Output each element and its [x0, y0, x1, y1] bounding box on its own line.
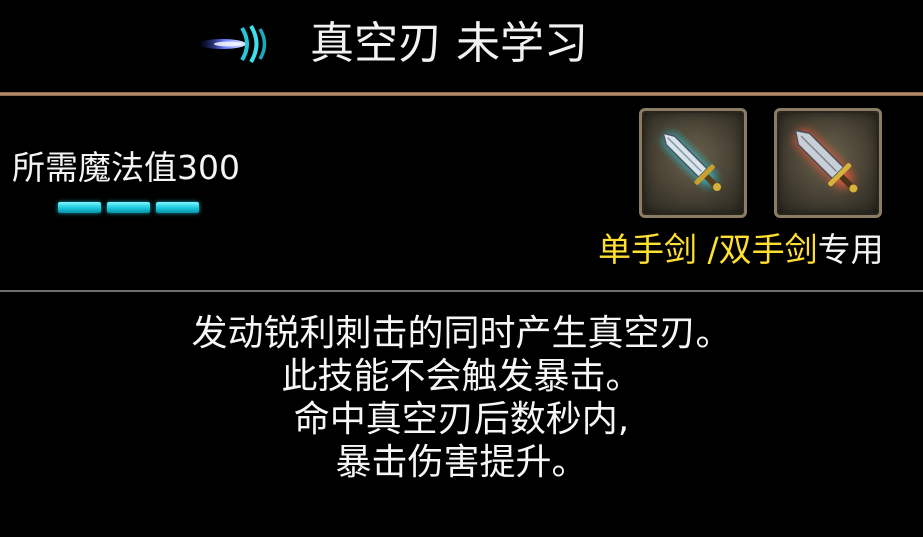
weapon-slot-two-handed[interactable] — [774, 108, 882, 218]
weapon-slot-one-handed[interactable] — [639, 108, 747, 218]
mana-bar-icon — [58, 202, 101, 213]
skill-description: 发动锐利刺击的同时产生真空刃。 此技能不会触发暴击。 命中真空刃后数秒内, 暴击… — [0, 312, 923, 484]
mana-requirement: 所需魔法值300 — [12, 148, 240, 187]
description-line: 暴击伤害提升。 — [335, 442, 588, 483]
description-line: 此技能不会触发暴击。 — [281, 356, 642, 397]
mana-bar-icon — [156, 202, 199, 213]
weapon-exclusive-suffix: 专用 — [817, 230, 884, 269]
skill-header: 真空刃 未学习 — [0, 0, 923, 92]
weapon-requirement: 单手剑 /双手剑专用 — [598, 228, 884, 272]
wind-blade-icon — [198, 22, 272, 66]
weapon-types: 单手剑 /双手剑 — [598, 230, 818, 269]
skill-title: 真空刃 未学习 — [310, 14, 588, 74]
description-line: 发动锐利刺击的同时产生真空刃。 — [191, 313, 732, 354]
skill-name: 真空刃 — [310, 18, 442, 69]
mana-bar-icon — [107, 202, 150, 213]
section-divider — [0, 290, 923, 292]
mana-bars — [58, 202, 199, 213]
skill-status: 未学习 — [456, 18, 588, 69]
header-divider — [0, 92, 923, 96]
description-line: 命中真空刃后数秒内, — [293, 399, 630, 440]
